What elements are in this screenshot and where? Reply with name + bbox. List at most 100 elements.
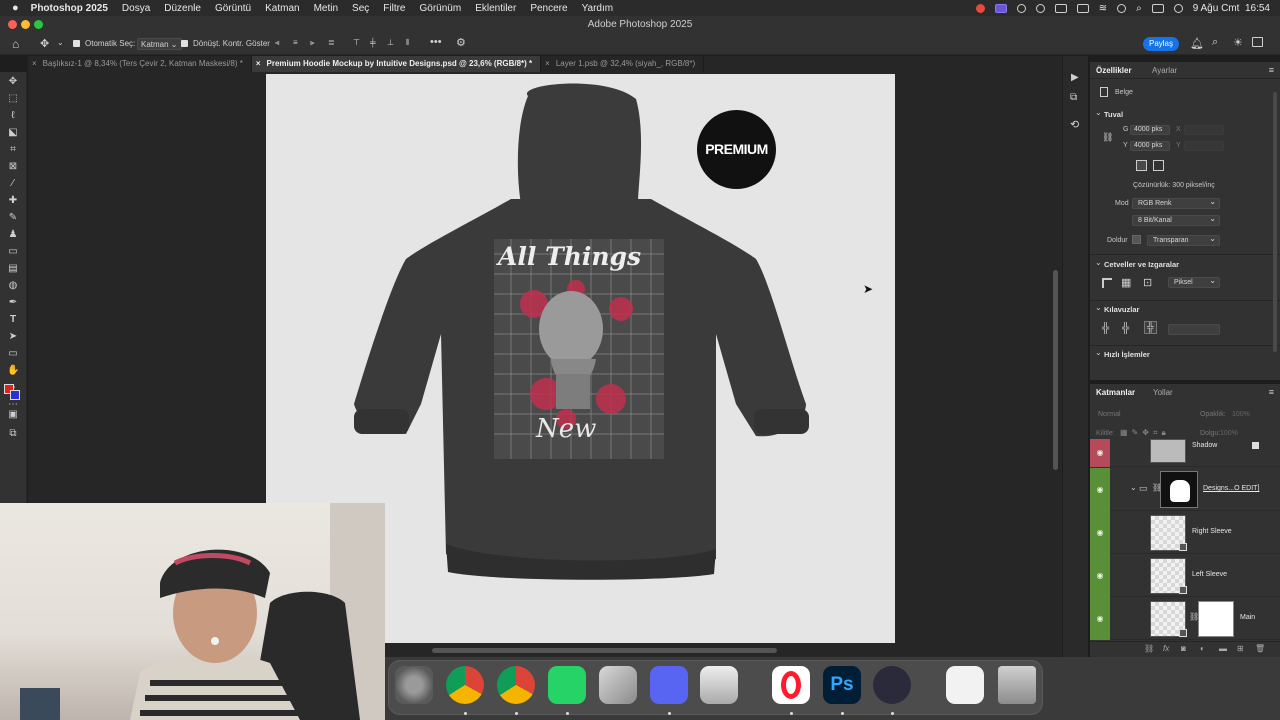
opacity-value[interactable]: 100% xyxy=(1232,411,1250,418)
object-select-tool-icon[interactable]: ⬕ xyxy=(7,127,19,139)
new-layer-icon[interactable]: ⊞ xyxy=(1237,644,1244,653)
healing-brush-tool-icon[interactable]: ✚ xyxy=(7,195,19,207)
y-field[interactable] xyxy=(1184,141,1224,151)
dock-system-settings-icon[interactable] xyxy=(395,666,433,704)
new-group-icon[interactable]: ▬ xyxy=(1219,644,1227,653)
horizontal-scrollbar[interactable] xyxy=(432,648,777,653)
align-middle-v-icon[interactable]: ╪ xyxy=(370,38,376,47)
zoom-window-button[interactable] xyxy=(34,20,43,29)
tab-adjustments[interactable]: Ayarlar xyxy=(1152,66,1177,75)
layer-name[interactable]: Designs...O EDIT] xyxy=(1203,485,1259,492)
link-layers-icon[interactable]: ⛓ xyxy=(1144,644,1154,653)
close-tab-icon[interactable]: × xyxy=(32,59,37,68)
play-icon[interactable] xyxy=(1117,3,1127,13)
auto-select-dropdown[interactable]: Katman ⌄ xyxy=(137,38,182,50)
screen-share-icon[interactable] xyxy=(994,3,1007,13)
siri-icon[interactable] xyxy=(1173,3,1183,13)
menu-pencere[interactable]: Pencere xyxy=(530,3,567,14)
dock-discord-icon[interactable] xyxy=(650,666,688,704)
menu-goruntu[interactable]: Görüntü xyxy=(215,3,251,14)
home-icon[interactable]: ⌂ xyxy=(12,37,19,51)
close-tab-icon[interactable]: × xyxy=(256,59,261,68)
panel-menu-icon[interactable]: ≡ xyxy=(1269,65,1274,75)
layer-name[interactable]: Right Sleeve xyxy=(1192,528,1232,535)
chevron-down-icon[interactable]: ⌄ xyxy=(1095,303,1102,312)
align-right-icon[interactable]: ⫸ xyxy=(310,38,315,48)
dock-chrome-canary-icon[interactable] xyxy=(497,666,535,704)
tab-properties[interactable]: Özellikler xyxy=(1096,66,1132,75)
battery-icon[interactable] xyxy=(1076,3,1089,13)
visibility-eye-icon[interactable]: ◉ xyxy=(1090,468,1110,511)
notifications-bell-icon[interactable]: 🔔︎ xyxy=(1190,37,1204,50)
history-icon[interactable]: ⟲ xyxy=(1070,118,1079,131)
properties-scrollbar[interactable] xyxy=(1273,92,1277,352)
pen-tool-icon[interactable]: ✒ xyxy=(7,297,19,309)
menu-metin[interactable]: Metin xyxy=(314,3,338,14)
marquee-tool-icon[interactable]: ⬚ xyxy=(7,93,19,105)
eraser-tool-icon[interactable]: ▭ xyxy=(7,246,19,258)
dock-trash-icon[interactable] xyxy=(998,666,1036,704)
menu-gorunum[interactable]: Görünüm xyxy=(420,3,462,14)
dock-printer-icon[interactable] xyxy=(700,666,738,704)
menubar-clock[interactable]: 9 Ağu Cmt 16:54 xyxy=(1193,3,1270,14)
x-field[interactable] xyxy=(1184,125,1224,135)
visibility-eye-icon[interactable]: ◉ xyxy=(1090,554,1110,597)
layer-effects-icon[interactable] xyxy=(1252,442,1259,449)
display-icon[interactable] xyxy=(1054,3,1067,13)
transform-controls-checkbox[interactable] xyxy=(181,39,192,48)
pixel-grid-icon[interactable]: ⊡ xyxy=(1143,276,1152,289)
guide-line-style-dropdown[interactable] xyxy=(1168,324,1220,335)
add-mask-icon[interactable]: ◙ xyxy=(1181,644,1186,653)
dock-whatsapp-icon[interactable] xyxy=(548,666,586,704)
height-field[interactable]: 4000 pks xyxy=(1130,141,1170,151)
distribute-v-icon[interactable]: ⦀ xyxy=(406,38,410,48)
fx-icon[interactable]: fx xyxy=(1163,644,1169,653)
close-tab-icon[interactable]: × xyxy=(545,59,550,68)
hand-tool-icon[interactable]: ✋ xyxy=(7,365,19,377)
section-quick-actions[interactable]: Hızlı İşlemler xyxy=(1104,350,1150,359)
guides-icon[interactable]: ╬ xyxy=(1102,323,1109,334)
dock-photoshop-icon[interactable]: Ps xyxy=(823,666,861,704)
link-icon[interactable]: ⛓ xyxy=(1102,132,1113,143)
layer-comps-icon[interactable]: ⧉ xyxy=(1070,92,1077,103)
fill-color-swatch[interactable] xyxy=(1132,235,1141,244)
dock-opera-icon[interactable] xyxy=(772,666,810,704)
frame-tool-icon[interactable]: ⊠ xyxy=(7,161,19,173)
apple-icon[interactable]: ● xyxy=(12,2,19,14)
close-window-button[interactable] xyxy=(8,20,17,29)
layer-name[interactable]: Shadow xyxy=(1192,442,1217,449)
align-bottom-icon[interactable]: ⊥ xyxy=(387,38,394,47)
rulers-icon[interactable] xyxy=(1102,278,1112,288)
section-canvas[interactable]: Tuval xyxy=(1104,110,1123,119)
spotlight-search-icon[interactable]: ⌕ xyxy=(1136,3,1142,14)
menu-filtre[interactable]: Filtre xyxy=(383,3,405,14)
menu-yardim[interactable]: Yardım xyxy=(582,3,614,14)
tab-layer1-psb[interactable]: × Layer 1.psb @ 32,4% (siyah_, RGB/8*) xyxy=(541,56,705,72)
layer-name[interactable]: Main xyxy=(1240,614,1255,621)
brush-tool-icon[interactable]: ✎ xyxy=(7,212,19,224)
tab-paths[interactable]: Yollar xyxy=(1153,388,1173,397)
eyedropper-tool-icon[interactable]: ⁄ xyxy=(7,178,19,190)
panel-menu-icon[interactable]: ≡ xyxy=(1269,387,1274,397)
menu-katman[interactable]: Katman xyxy=(265,3,299,14)
align-center-h-icon[interactable]: ≡ xyxy=(293,38,298,47)
background-color-swatch[interactable] xyxy=(10,390,20,400)
move-tool-icon[interactable]: ✥ xyxy=(7,76,19,88)
add-guide-icon[interactable]: ╬ xyxy=(1122,323,1129,334)
chevron-down-icon[interactable]: ⌄ xyxy=(1095,258,1102,267)
grid-icon[interactable]: ▦ xyxy=(1121,276,1131,289)
vertical-scrollbar[interactable] xyxy=(1053,270,1058,470)
layer-row-main[interactable]: ◉ ⛓ Main xyxy=(1090,597,1280,640)
menu-dosya[interactable]: Dosya xyxy=(122,3,150,14)
creative-cloud-icon[interactable] xyxy=(975,3,985,13)
align-top-icon[interactable]: ⊤ xyxy=(353,38,360,47)
tab-hoodie-mockup[interactable]: × Premium Hoodie Mockup by Intuitive Desi… xyxy=(251,56,542,72)
section-rulers-grids[interactable]: Cetveller ve Izgaralar xyxy=(1104,260,1179,269)
auto-select-checkbox[interactable] xyxy=(73,39,84,48)
layer-row-designs-group[interactable]: ◉ ⌄ ▭ ⛓ Designs...O EDIT] xyxy=(1090,468,1280,511)
menu-app-name[interactable]: Photoshop 2025 xyxy=(31,3,108,14)
music-icon[interactable] xyxy=(1035,3,1045,13)
delete-layer-icon[interactable]: 🗑︎ xyxy=(1255,644,1265,653)
lasso-tool-icon[interactable]: ℓ xyxy=(7,110,19,122)
mode-dropdown[interactable]: RGB Renk xyxy=(1132,197,1220,209)
